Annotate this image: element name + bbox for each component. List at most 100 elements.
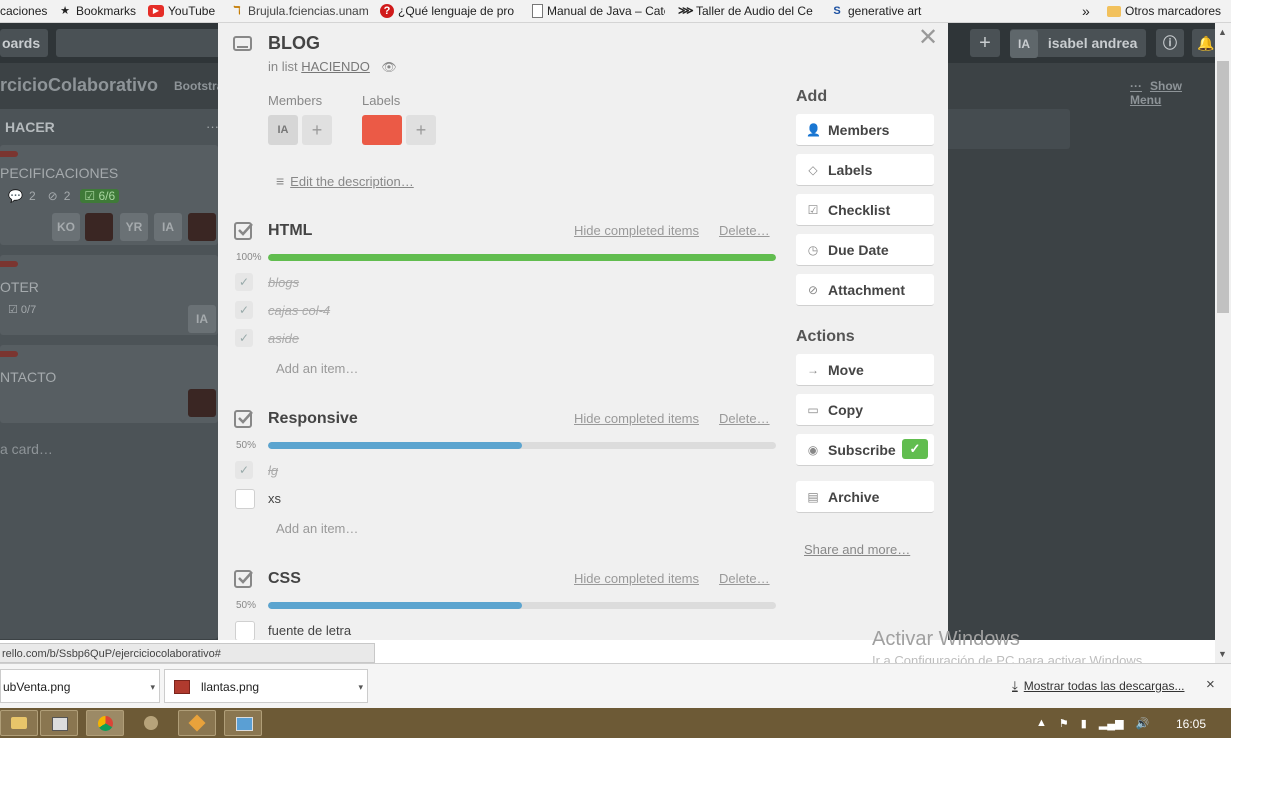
avatar[interactable] <box>188 389 216 417</box>
bookmark-item[interactable]: Manual de Java – Cate <box>532 0 665 22</box>
avatar[interactable]: KO <box>52 213 80 241</box>
bookmark-item[interactable]: ? ¿Qué lenguaje de pro <box>380 0 514 22</box>
add-label-button[interactable]: + <box>406 115 436 145</box>
avatar[interactable] <box>188 213 216 241</box>
item-checkbox[interactable]: ✓ <box>235 329 253 347</box>
app-icon[interactable] <box>132 710 170 736</box>
bookmark-item[interactable]: ▶ YouTube <box>148 0 215 22</box>
scroll-down-icon[interactable]: ▼ <box>1218 649 1227 659</box>
other-bookmarks-folder[interactable]: Otros marcadores <box>1107 0 1221 22</box>
bookmark-item[interactable]: ★ Bookmarks <box>58 0 136 22</box>
boards-button[interactable]: oards <box>0 29 48 57</box>
checklist-item[interactable]: lg <box>268 463 278 478</box>
item-checkbox[interactable] <box>235 489 255 509</box>
list-card[interactable]: OTER ☑ 0/7 IA <box>0 255 218 335</box>
item-checkbox[interactable] <box>235 621 255 640</box>
delete-checklist-link[interactable]: Delete… <box>719 223 770 238</box>
share-and-more-link[interactable]: Share and more… <box>804 542 910 557</box>
item-checkbox[interactable]: ✓ <box>235 301 253 319</box>
members-button[interactable]: 👤 Members <box>796 114 934 146</box>
subscribe-button[interactable]: ◉ Subscribe ✓ <box>796 434 934 466</box>
show-all-downloads-link[interactable]: ⤓ Mostrar todas las descargas... <box>1012 678 1184 694</box>
download-item[interactable]: llantas.png ▾ <box>164 669 368 703</box>
search-input[interactable] <box>56 29 226 57</box>
close-icon[interactable]: × <box>1206 676 1215 693</box>
item-checkbox[interactable]: ✓ <box>235 461 253 479</box>
move-button[interactable]: → Move <box>796 354 934 386</box>
hide-completed-link[interactable]: Hide completed items <box>574 571 699 586</box>
card-detail-modal: BLOG in list HACIENDO 👁 ✕ Members Labels… <box>218 23 948 640</box>
flag-icon[interactable]: ⚑ <box>1059 717 1069 730</box>
windows-activation-title: Activar Windows <box>872 628 1020 650</box>
attachment-button[interactable]: ⊘ Attachment <box>796 274 934 306</box>
bell-icon[interactable]: 🔔 <box>1192 29 1215 57</box>
delete-checklist-link[interactable]: Delete… <box>719 571 770 586</box>
checklist-progress-bar <box>268 442 776 449</box>
clock[interactable]: 16:05 <box>1176 717 1206 731</box>
card-label-chip[interactable] <box>362 115 402 145</box>
list-title[interactable]: HACER <box>5 119 55 135</box>
download-item[interactable]: ubVenta.png ▾ <box>0 669 160 703</box>
board-title[interactable]: rcicioColaborativo <box>0 75 158 96</box>
app-icon[interactable] <box>178 710 216 736</box>
volume-icon[interactable]: 🔊 <box>1136 717 1150 730</box>
list-link[interactable]: HACIENDO <box>301 59 370 74</box>
info-icon[interactable]: ⓘ <box>1156 29 1184 57</box>
app-icon[interactable] <box>40 710 78 736</box>
checklist-title[interactable]: Responsive <box>268 410 358 428</box>
chevron-down-icon[interactable]: ▾ <box>150 670 155 704</box>
scroll-thumb[interactable] <box>1217 61 1229 313</box>
checklist-title[interactable]: HTML <box>268 222 312 240</box>
bookmark-item[interactable]: ⋙ Taller de Audio del Ce <box>678 0 813 22</box>
page-scrollbar[interactable]: ▲ ▼ <box>1215 23 1231 663</box>
copy-button[interactable]: ▭ Copy <box>796 394 934 426</box>
show-menu-link[interactable]: ··· Show Menu <box>1130 79 1215 107</box>
avatar[interactable]: IA <box>268 115 298 145</box>
bookmark-item[interactable]: ℸ Brujula.fciencias.unam <box>230 0 368 22</box>
labels-button[interactable]: ◇ Labels <box>796 154 934 186</box>
signal-icon[interactable]: ▂▄▆ <box>1099 717 1124 730</box>
hide-completed-link[interactable]: Hide completed items <box>574 223 699 238</box>
avatar[interactable] <box>85 213 113 241</box>
add-icon[interactable]: + <box>970 29 1000 57</box>
checklist-item[interactable]: blogs <box>268 275 299 290</box>
scroll-up-icon[interactable]: ▲ <box>1218 27 1227 37</box>
chevron-down-icon[interactable]: ▾ <box>358 670 363 704</box>
avatar[interactable]: IA <box>188 305 216 333</box>
tray-expand-icon[interactable]: ▲ <box>1036 717 1047 730</box>
checklist-button[interactable]: ☑ Checklist <box>796 194 934 226</box>
checklist-title[interactable]: CSS <box>268 570 301 588</box>
checklist-icon <box>234 221 254 241</box>
bookmark-item[interactable]: caciones <box>0 0 47 22</box>
checklist-item[interactable]: cajas col-4 <box>268 303 330 318</box>
add-item-link[interactable]: Add an item… <box>276 521 358 536</box>
avatar[interactable]: IA <box>154 213 182 241</box>
status-url: rello.com/b/Ssbp6QuP/ejerciciocolaborati… <box>0 643 375 663</box>
hide-completed-link[interactable]: Hide completed items <box>574 411 699 426</box>
checklist-item[interactable]: fuente de letra <box>268 623 351 638</box>
add-item-link[interactable]: Add an item… <box>276 361 358 376</box>
image-file-icon <box>174 680 190 694</box>
board-team-label[interactable]: Bootstra <box>174 79 223 93</box>
archive-button[interactable]: ▤ Archive <box>796 481 934 513</box>
edit-description-link[interactable]: ≡ Edit the description… <box>276 173 414 189</box>
checklist-item[interactable]: aside <box>268 331 299 346</box>
user-menu-button[interactable]: IA isabel andrea <box>1010 29 1146 58</box>
app-icon[interactable] <box>224 710 262 736</box>
bookmarks-overflow-button[interactable]: » <box>1082 0 1090 22</box>
battery-icon[interactable]: ▮ <box>1081 717 1087 730</box>
checklist-item[interactable]: xs <box>268 491 281 506</box>
add-card-link[interactable]: a card… <box>0 441 53 457</box>
chrome-icon[interactable] <box>86 710 124 736</box>
card-title[interactable]: BLOG <box>268 33 320 54</box>
file-explorer-icon[interactable] <box>0 710 38 736</box>
close-icon[interactable]: ✕ <box>918 23 938 52</box>
delete-checklist-link[interactable]: Delete… <box>719 411 770 426</box>
item-checkbox[interactable]: ✓ <box>235 273 253 291</box>
bookmark-item[interactable]: Sgenerative art <box>830 0 921 22</box>
list-card[interactable]: PECIFICACIONES 💬 2 ⊘ 2 ☑ 6/6 KO YR IA <box>0 145 218 245</box>
due-date-button[interactable]: ◷ Due Date <box>796 234 934 266</box>
add-member-button[interactable]: + <box>302 115 332 145</box>
avatar[interactable]: YR <box>120 213 148 241</box>
list-card[interactable]: NTACTO <box>0 345 218 423</box>
